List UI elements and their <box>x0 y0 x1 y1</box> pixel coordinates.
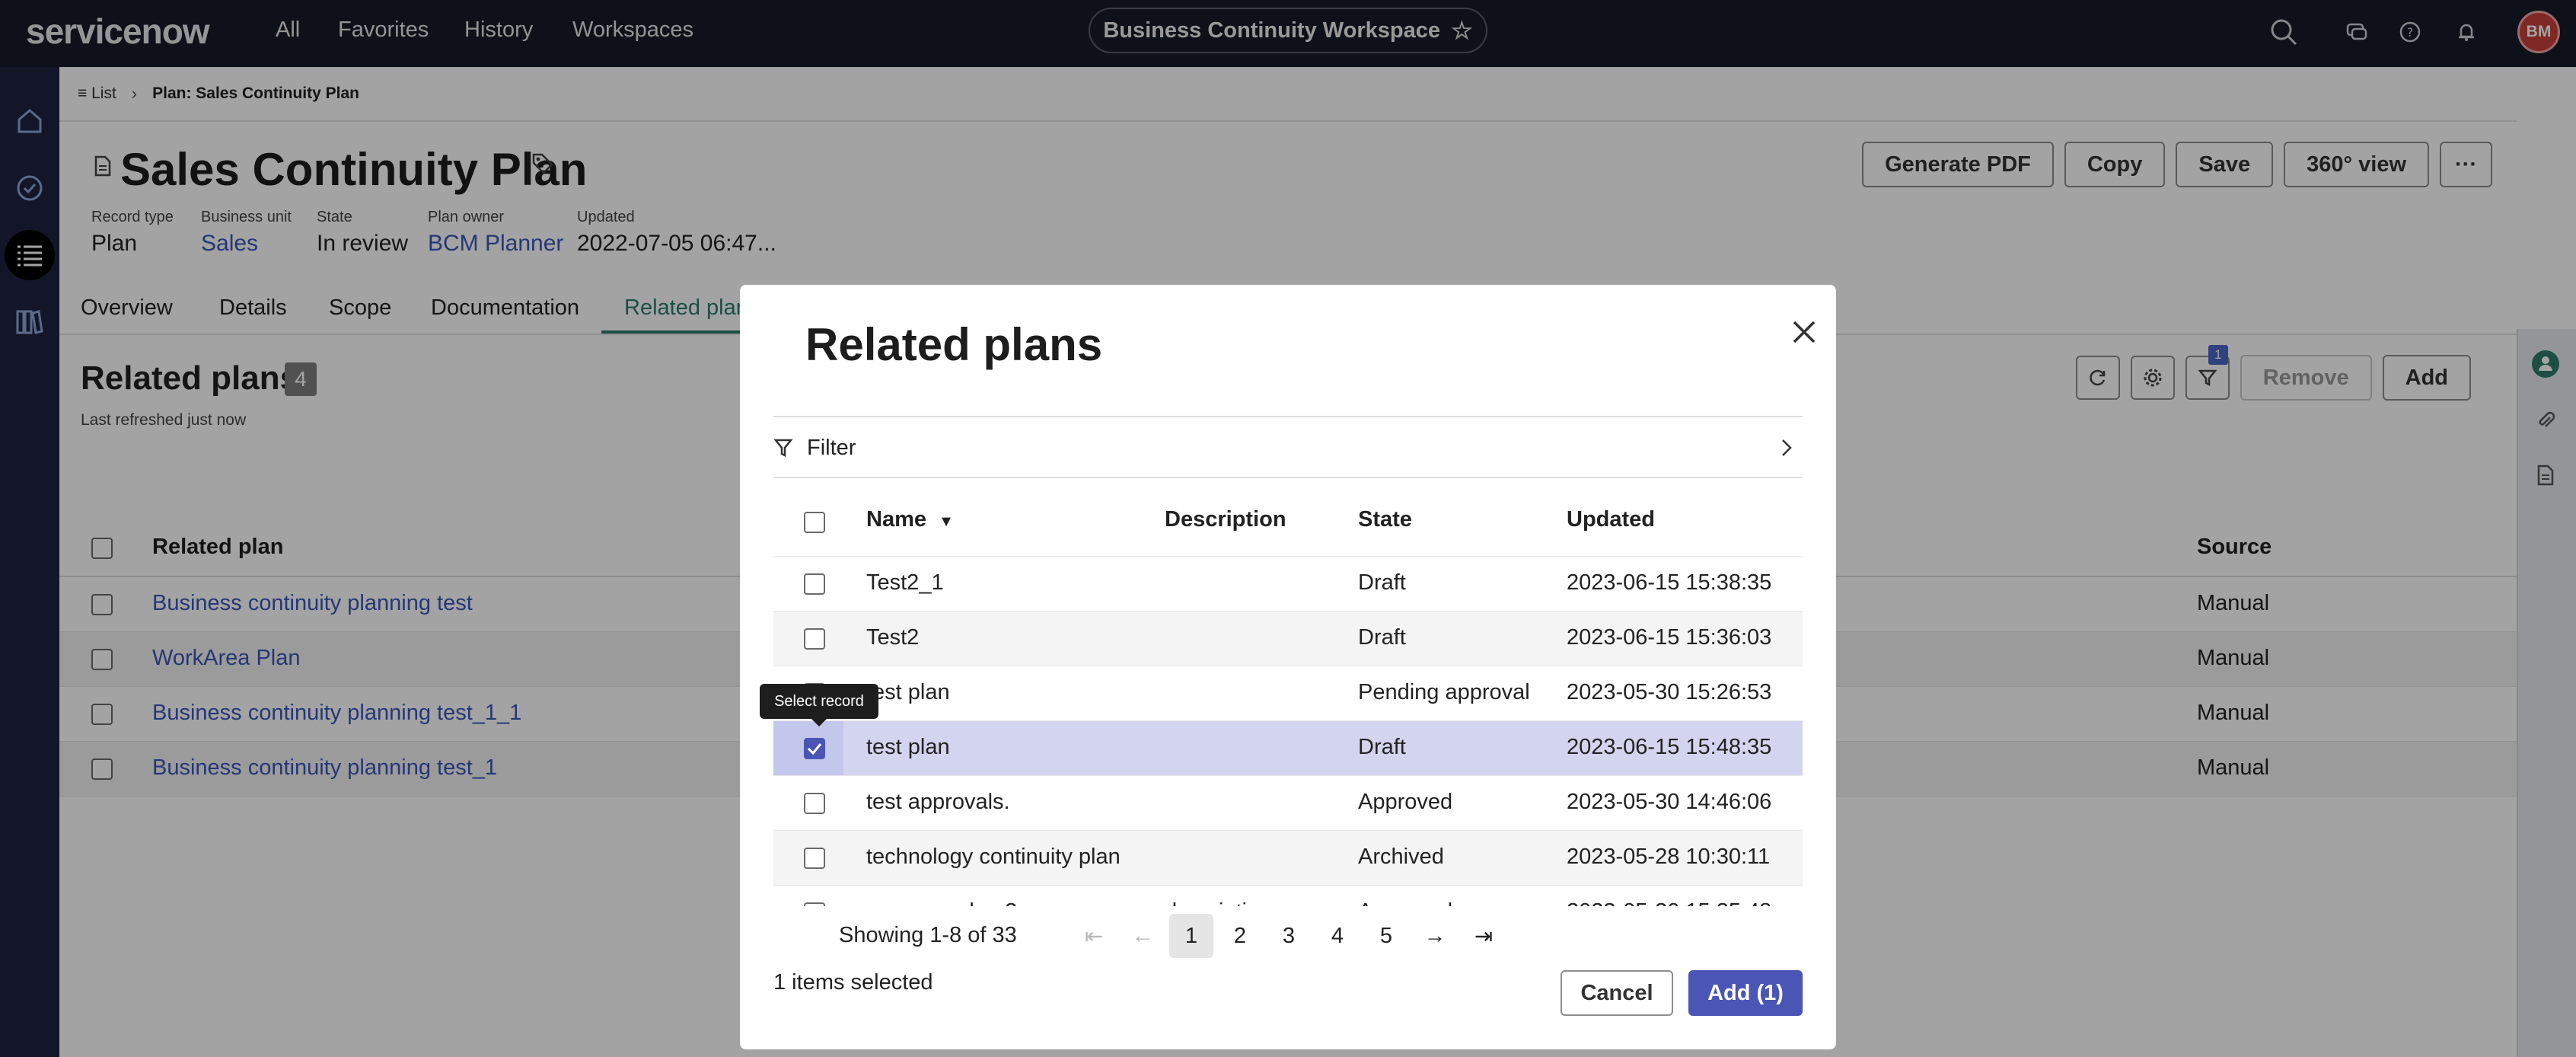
column-header-description[interactable]: Description <box>1165 507 1286 532</box>
close-button[interactable] <box>1780 308 1828 356</box>
name-cell: recovery plan 2 <box>866 899 1017 906</box>
state-cell: Draft <box>1358 625 1406 650</box>
name-cell: test plan <box>866 735 950 759</box>
page-button-2[interactable]: 2 <box>1218 914 1262 958</box>
row-checkbox[interactable] <box>804 848 825 869</box>
column-header-name[interactable]: Name ▼ <box>866 507 954 532</box>
records-table: Name ▼ Description State Updated Test2_1… <box>773 492 1803 906</box>
description-cell: description <box>1165 899 1271 906</box>
page-button-3[interactable]: 3 <box>1267 914 1311 958</box>
add-selected-button[interactable]: Add (1) <box>1688 970 1803 1016</box>
table-row[interactable]: Test2_1 Draft 2023-06-15 15:38:35 <box>773 556 1803 611</box>
row-checkbox[interactable] <box>804 628 825 650</box>
select-record-tooltip: Select record <box>760 684 878 726</box>
first-page-button[interactable]: ⇤ <box>1072 914 1116 958</box>
chevron-right-icon <box>1778 437 1795 462</box>
name-cell: technology continuity plan <box>866 845 1121 869</box>
column-header-updated[interactable]: Updated <box>1567 507 1655 532</box>
updated-cell: 2023-06-15 15:36:03 <box>1567 625 1772 650</box>
row-checkbox[interactable] <box>804 573 825 595</box>
page-button-5[interactable]: 5 <box>1364 914 1408 958</box>
name-cell: test approvals. <box>866 790 1010 814</box>
modal-title: Related plans <box>805 319 1103 370</box>
checkmark-icon <box>807 743 822 755</box>
updated-cell: 2023-05-30 15:26:53 <box>1567 680 1772 704</box>
related-plans-modal: Related plans Filter Name ▼ Description … <box>740 285 1836 1049</box>
row-checkbox[interactable] <box>804 902 825 906</box>
cancel-button[interactable]: Cancel <box>1561 970 1673 1016</box>
selected-count-text: 1 items selected <box>773 970 933 995</box>
table-row[interactable]: technology continuity plan Archived 2023… <box>773 830 1803 885</box>
filter-icon <box>773 437 793 462</box>
updated-cell: 2023-05-30 14:46:06 <box>1567 790 1772 814</box>
state-cell: Draft <box>1358 570 1406 595</box>
next-page-button[interactable]: → <box>1413 914 1457 958</box>
row-checkbox[interactable] <box>804 793 825 814</box>
page-button-4[interactable]: 4 <box>1315 914 1360 958</box>
name-cell: test plan <box>866 680 950 704</box>
updated-cell: 2023-06-15 15:48:35 <box>1567 735 1772 759</box>
previous-page-button[interactable]: ← <box>1121 914 1165 958</box>
updated-cell: 2023-06-15 15:38:35 <box>1567 570 1772 595</box>
last-page-button[interactable]: ⇥ <box>1462 914 1506 958</box>
table-row[interactable]: recovery plan 2 description Approved 202… <box>773 885 1803 906</box>
filter-bar[interactable]: Filter <box>773 416 1803 478</box>
table-row[interactable]: test plan Pending approval 2023-05-30 15… <box>773 666 1803 720</box>
state-cell: Approved <box>1358 899 1452 906</box>
state-cell: Pending approval <box>1358 680 1530 704</box>
close-icon <box>1793 321 1816 343</box>
name-cell: Test2_1 <box>866 570 944 595</box>
column-header-state[interactable]: State <box>1358 507 1412 532</box>
table-row-selected[interactable]: test plan Draft 2023-06-15 15:48:35 <box>773 720 1803 776</box>
updated-cell: 2023-05-28 10:30:11 <box>1567 845 1771 869</box>
sort-desc-icon: ▼ <box>939 513 954 530</box>
table-row[interactable]: test approvals. Approved 2023-05-30 14:4… <box>773 775 1803 830</box>
row-checkbox-checked[interactable] <box>804 738 825 759</box>
state-cell: Draft <box>1358 735 1406 759</box>
updated-cell: 2023-05-30 15:35:48 <box>1567 899 1771 906</box>
filter-label: Filter <box>807 436 856 460</box>
page-button-1[interactable]: 1 <box>1169 914 1213 958</box>
select-all-checkbox[interactable] <box>804 512 825 533</box>
column-name-label: Name <box>866 507 926 532</box>
pagination-summary: Showing 1-8 of 33 <box>839 923 1017 947</box>
pagination: ⇤ ← 1 2 3 4 5 → ⇥ <box>1072 914 1506 958</box>
state-cell: Archived <box>1358 845 1444 869</box>
table-row[interactable]: Test2 Draft 2023-06-15 15:36:03 <box>773 611 1803 666</box>
name-cell: Test2 <box>866 625 920 650</box>
state-cell: Approved <box>1358 790 1453 814</box>
